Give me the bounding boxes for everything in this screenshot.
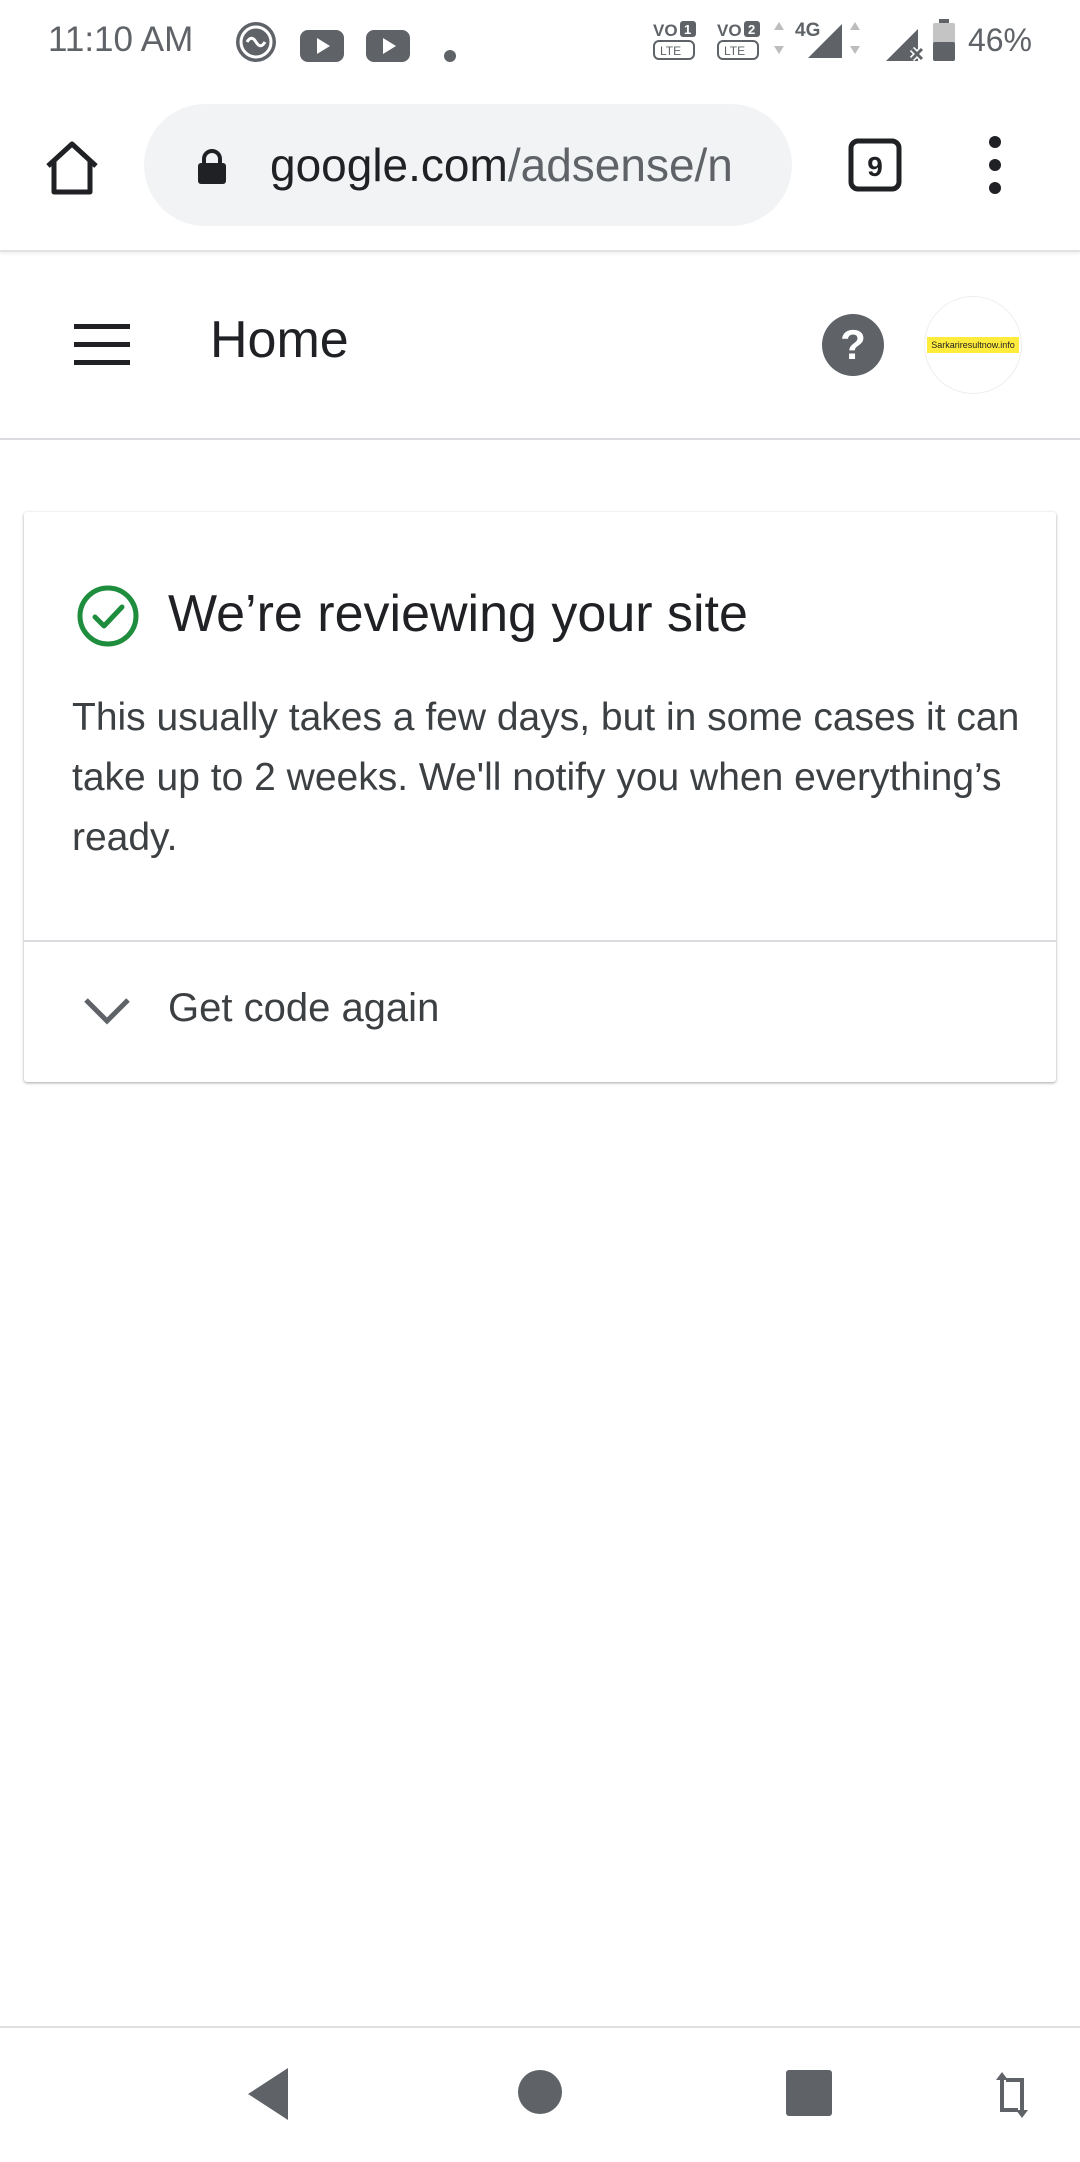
tab-count: 9 [867, 151, 883, 182]
tabs-icon: 9 [848, 138, 902, 192]
svg-text:4G: 4G [795, 20, 820, 41]
dot-icon [444, 50, 456, 62]
more-options-icon[interactable] [970, 134, 1020, 196]
volte1-icon: VO 1 LTE [653, 21, 696, 60]
system-navigation-bar [0, 2026, 1080, 2162]
recents-icon[interactable] [786, 2070, 832, 2116]
svg-text:?: ? [840, 321, 866, 368]
app-header: Home ? Sarkariresultnow.info [0, 252, 1080, 440]
svg-text:VO: VO [653, 21, 678, 40]
url-bar[interactable]: google.com/adsense/n [144, 104, 792, 226]
url-path: /adsense/n [507, 139, 733, 191]
get-code-again-label: Get code again [168, 986, 440, 1030]
status-time: 11:10 AM [48, 20, 194, 59]
review-status-card: We’re reviewing your site This usually t… [24, 512, 1056, 1082]
svg-text:LTE: LTE [660, 44, 681, 58]
home-nav-icon[interactable] [516, 2068, 564, 2116]
svg-text:VO: VO [717, 21, 742, 40]
url-text: google.com/adsense/n [270, 138, 733, 192]
battery-icon [933, 19, 955, 61]
card-description: This usually takes a few days, but in so… [72, 696, 1020, 859]
help-icon[interactable]: ? [822, 314, 884, 376]
svg-text:1: 1 [684, 22, 691, 37]
status-bar: 11:10 AM VO 1 LTE VO 2 LTE 4G 46% [0, 0, 1080, 84]
no-signal-icon [886, 29, 925, 62]
chevron-down-icon [84, 998, 130, 1025]
page-title: Home [210, 311, 349, 369]
get-code-again-toggle[interactable]: Get code again [24, 942, 1056, 1082]
back-icon[interactable] [244, 2066, 292, 2122]
menu-icon[interactable] [74, 324, 130, 366]
lite-app-icon [236, 22, 276, 62]
battery-percent: 46% [967, 22, 1032, 58]
card-title: We’re reviewing your site [168, 585, 748, 643]
svg-text:LTE: LTE [724, 44, 745, 58]
volte2-icon: VO 2 LTE [717, 21, 760, 60]
avatar-label: Sarkariresultnow.info [927, 337, 1019, 353]
rotate-icon[interactable] [994, 2070, 1030, 2120]
tab-switcher-button[interactable]: 9 [848, 138, 902, 192]
account-avatar[interactable]: Sarkariresultnow.info [924, 296, 1022, 394]
svg-text:2: 2 [748, 22, 755, 37]
home-icon[interactable] [40, 136, 104, 200]
youtube-icon [366, 30, 410, 62]
check-circle-icon [77, 585, 139, 647]
youtube-icon [300, 30, 344, 62]
url-domain: google.com [270, 139, 508, 191]
browser-toolbar: google.com/adsense/n 9 [0, 84, 1080, 252]
4g-signal-icon: 4G [774, 20, 860, 58]
lock-icon [198, 149, 226, 184]
